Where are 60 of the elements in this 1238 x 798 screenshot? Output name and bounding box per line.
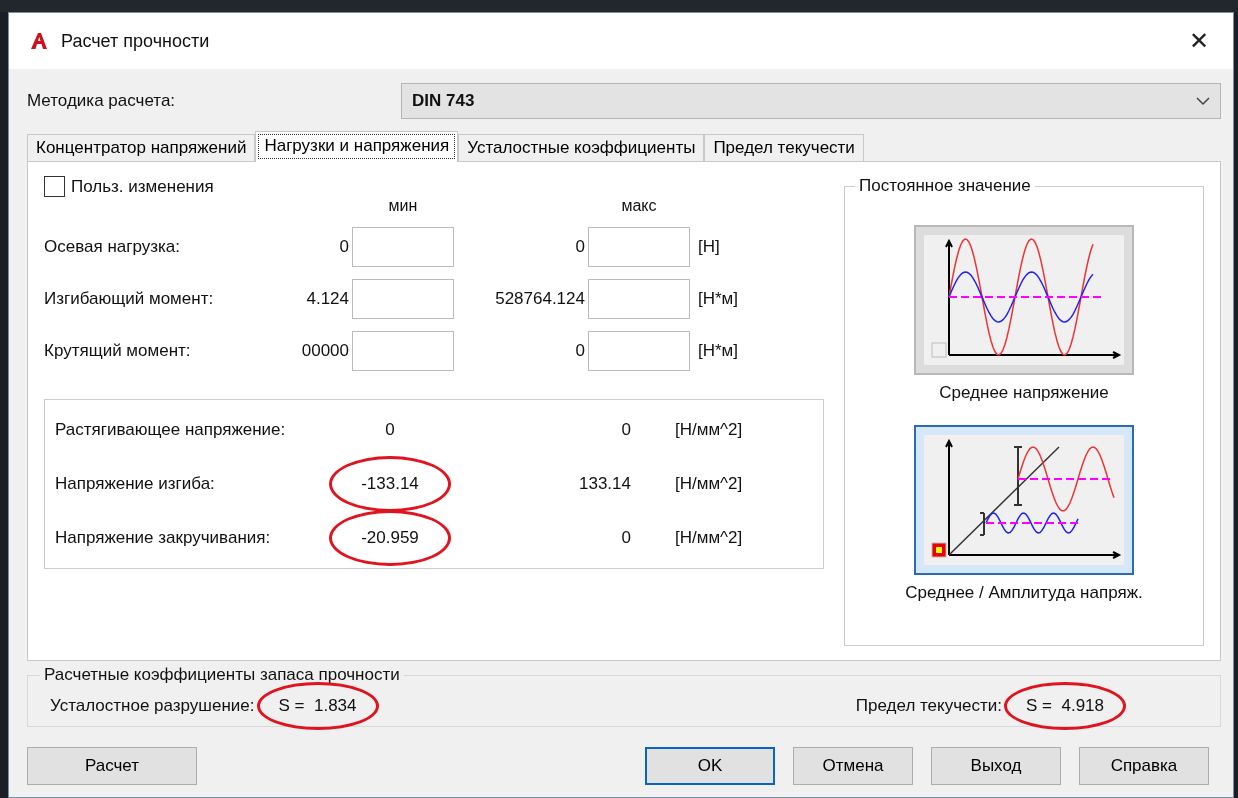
checkbox[interactable] [44, 176, 65, 197]
window-title: Расчет прочности [61, 30, 211, 52]
max-input[interactable] [588, 279, 690, 319]
stress-label: Растягивающее напряжение: [55, 420, 287, 440]
dialog-button[interactable]: Выход [931, 747, 1061, 785]
load-label: Крутящий момент: [44, 341, 192, 361]
max-input[interactable] [588, 227, 690, 267]
min-input[interactable] [352, 331, 454, 371]
option-label: Среднее / Амплитуда напряж. [905, 583, 1143, 603]
min-input[interactable] [352, 279, 454, 319]
dialog-button[interactable]: Справка [1079, 747, 1209, 785]
min-value: 00000 [300, 341, 350, 361]
safety-label: Усталостное разрушение: [50, 696, 255, 716]
close-button[interactable]: ✕ [1181, 23, 1217, 59]
option-label: Среднее напряжение [939, 383, 1109, 403]
max-value: 0 [574, 237, 586, 257]
safety-value: S = 1.834 [278, 696, 357, 715]
dialog-button[interactable]: Расчет [27, 747, 197, 785]
chevron-down-icon [1196, 96, 1210, 106]
app-logo-icon [29, 31, 49, 51]
tab[interactable]: Усталостные коэффициенты [458, 134, 705, 161]
unit-label: [Н] [697, 237, 721, 257]
method-dropdown[interactable]: DIN 743 [401, 83, 1221, 119]
safety-value: S = 4.918 [1026, 696, 1104, 715]
stress-label: Напряжение закручивания: [55, 528, 272, 548]
max-value: 528764.124 [494, 289, 586, 309]
max-stress-value: 0 [620, 420, 632, 440]
stress-label: Напряжение изгиба: [55, 474, 216, 494]
max-input[interactable] [588, 331, 690, 371]
group-title: Расчетные коэффициенты запаса прочности [40, 665, 404, 685]
min-value: 4.124 [305, 289, 350, 309]
unit-label: [Н/мм^2] [674, 528, 744, 548]
min-stress-value: 0 [385, 420, 395, 439]
column-header: мин [387, 197, 419, 215]
checkbox-label: Польз. изменения [71, 176, 214, 197]
column-header: макс [620, 197, 658, 215]
dialog-button[interactable]: Отмена [793, 747, 913, 785]
tab[interactable]: Предел текучести [704, 134, 864, 161]
tab[interactable]: Нагрузки и напряжения [255, 131, 459, 162]
min-input[interactable] [352, 227, 454, 267]
load-label: Осевая нагрузка: [44, 237, 181, 257]
tab[interactable]: Концентратор напряжений [27, 134, 256, 161]
dialog-button[interactable]: OK [645, 747, 775, 785]
chart-option-button[interactable] [914, 225, 1134, 375]
min-stress-value: -133.14 [361, 474, 419, 493]
mean-amplitude-chart-icon [924, 435, 1124, 565]
unit-label: [Н/мм^2] [674, 420, 744, 440]
max-value: 0 [574, 341, 586, 361]
max-stress-value: 0 [620, 528, 632, 548]
max-stress-value: 133.14 [578, 474, 632, 494]
safety-label: Предел текучести: [855, 696, 1002, 716]
min-stress-value: -20.959 [361, 528, 419, 547]
load-label: Изгибающий момент: [44, 289, 215, 309]
sine-chart-icon [924, 235, 1124, 365]
method-label: Методика расчета: [27, 91, 176, 111]
unit-label: [Н/мм^2] [674, 474, 744, 494]
chart-option-button[interactable] [914, 425, 1134, 575]
min-value: 0 [338, 237, 350, 257]
unit-label: [Н*м] [697, 289, 740, 309]
unit-label: [Н*м] [697, 341, 740, 361]
